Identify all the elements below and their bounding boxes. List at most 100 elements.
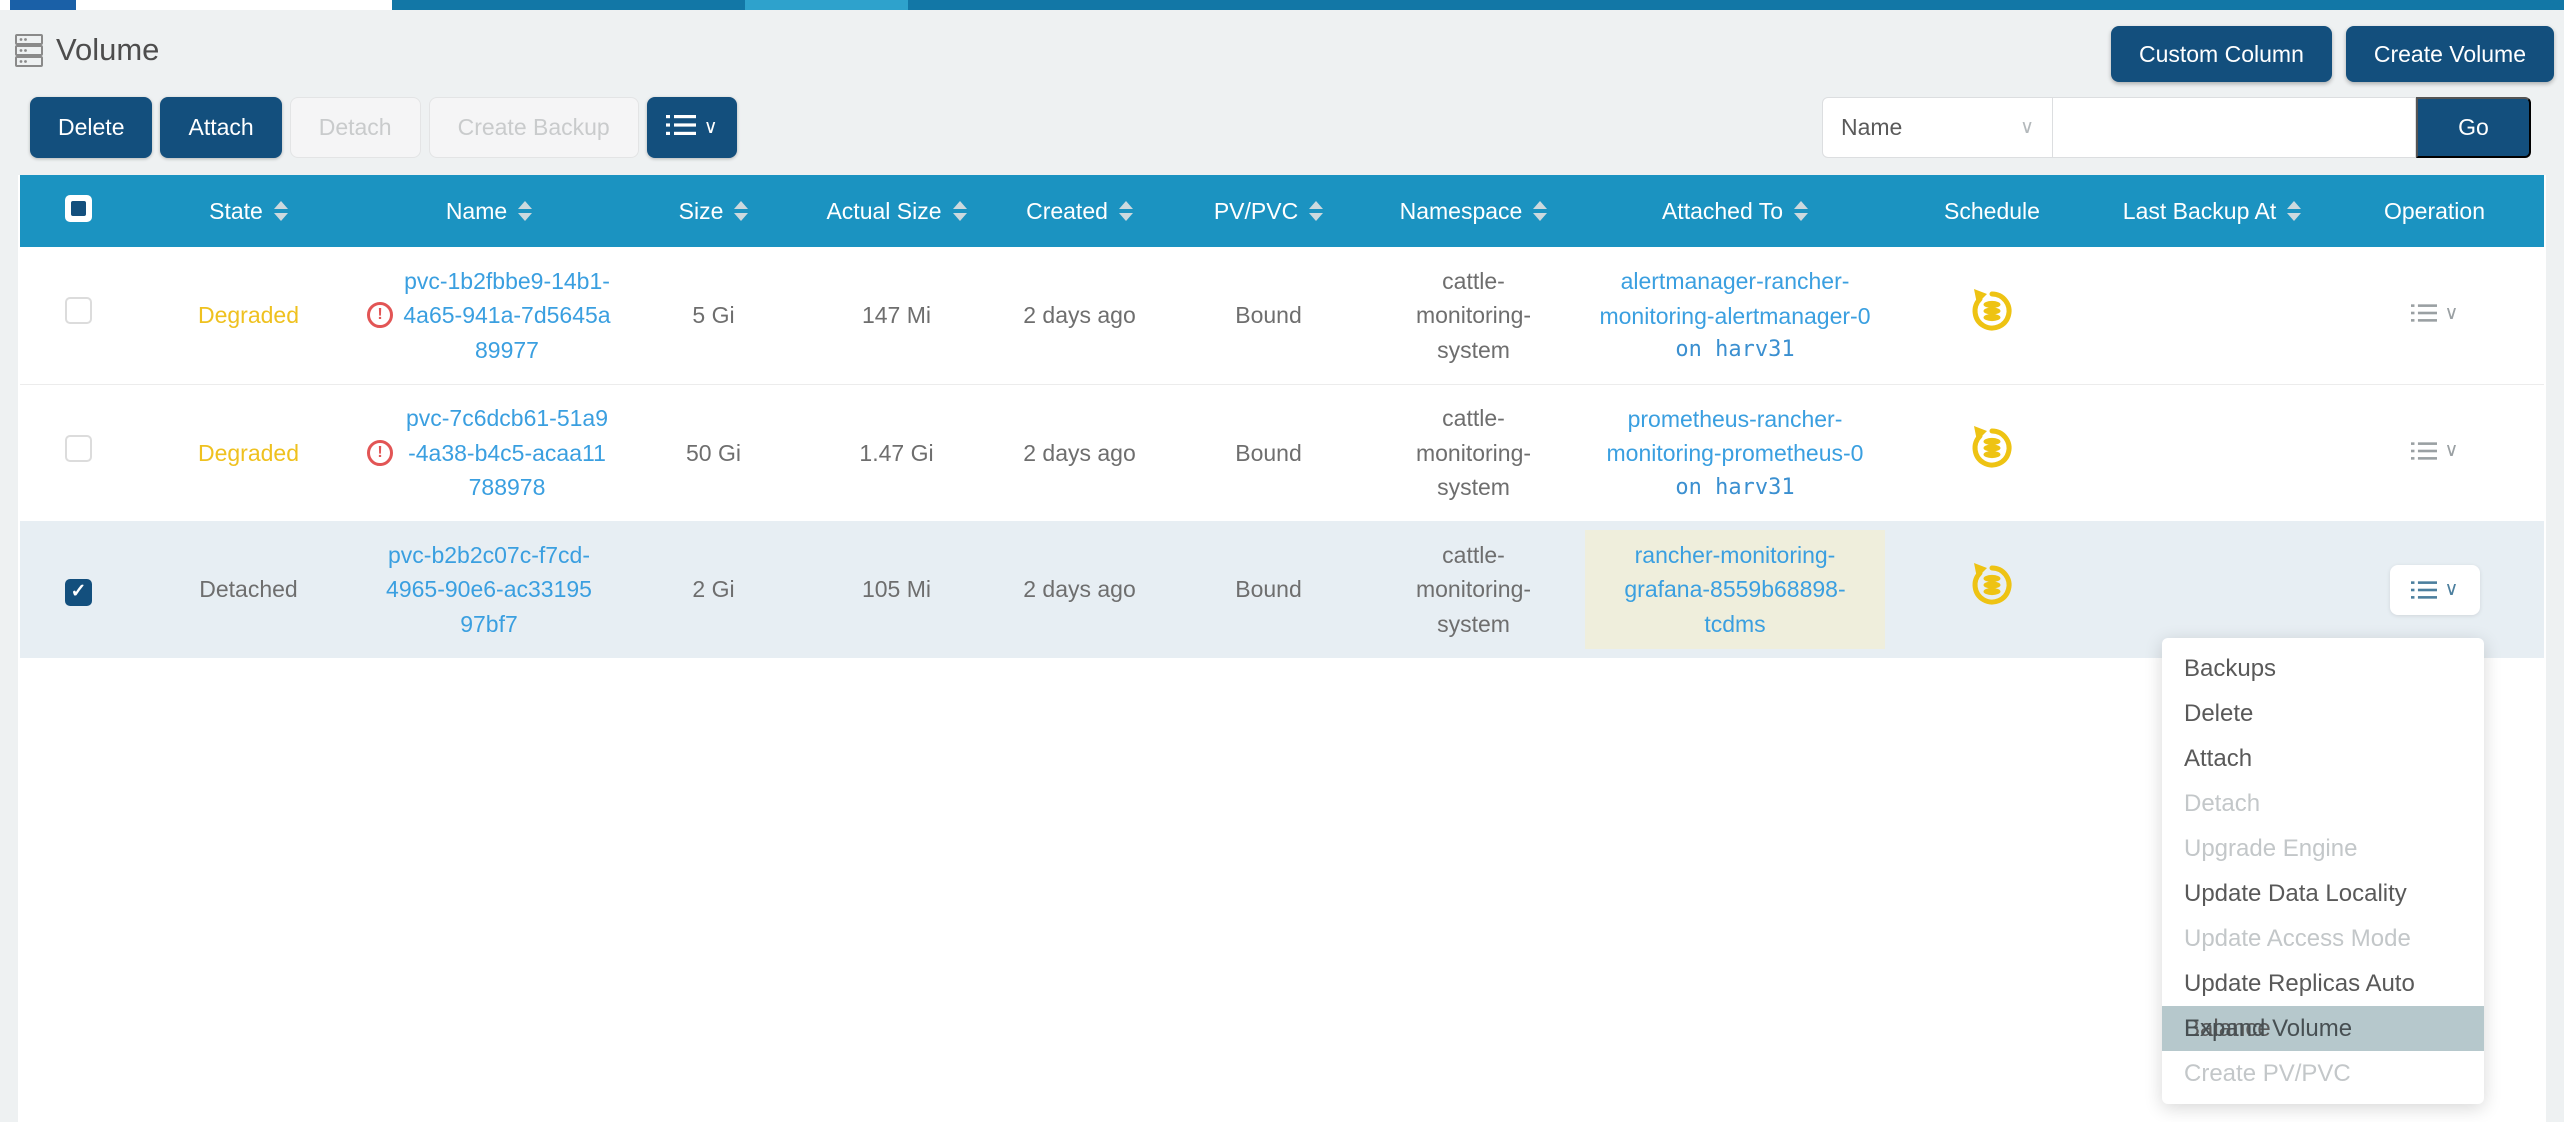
column-header-schedule: Schedule — [1885, 175, 2099, 247]
volume-stack-icon — [14, 32, 44, 68]
column-label: Last Backup At — [2123, 198, 2276, 225]
warning-icon: ! — [367, 440, 393, 466]
namespace-value: cattle-monitoring-system — [1399, 538, 1549, 642]
column-header-name[interactable]: Name — [360, 175, 618, 247]
delete-button[interactable]: Delete — [30, 97, 152, 158]
column-label: Schedule — [1944, 198, 2040, 225]
created-value: 2 days ago — [1023, 576, 1136, 602]
go-button[interactable]: Go — [2416, 97, 2531, 158]
page-title-text: Volume — [56, 32, 159, 68]
column-header-operation: Operation — [2325, 175, 2544, 247]
column-header-state[interactable]: State — [137, 175, 360, 247]
sort-icon[interactable] — [1119, 201, 1133, 221]
created-value: 2 days ago — [1023, 440, 1136, 466]
column-label: Name — [446, 198, 507, 225]
top-app-strip — [0, 0, 2564, 10]
chevron-down-icon: ∨ — [2445, 304, 2459, 323]
list-icon — [2411, 580, 2437, 600]
operation-menu-button[interactable]: ∨ — [2411, 303, 2459, 323]
recurring-backup-icon[interactable] — [1969, 313, 2015, 339]
column-header-actual-size[interactable]: Actual Size — [809, 175, 984, 247]
create-volume-button[interactable]: Create Volume — [2346, 26, 2554, 82]
column-header-size[interactable]: Size — [618, 175, 809, 247]
operation-menu-button[interactable]: ∨ — [2411, 441, 2459, 461]
sort-icon[interactable] — [2287, 201, 2301, 221]
pv-pvc-status: Bound — [1235, 576, 1302, 602]
column-label: Actual Size — [826, 198, 941, 225]
row-checkbox[interactable] — [65, 297, 92, 324]
menu-item-detach[interactable]: Detach — [2162, 781, 2484, 826]
actual-size-value: 105 Mi — [862, 576, 931, 602]
column-label: Size — [679, 198, 724, 225]
attached-workload-link[interactable]: alertmanager-rancher-monitoring-alertman… — [1585, 264, 1885, 333]
chevron-down-icon: ∨ — [2020, 118, 2034, 137]
row-checkbox[interactable] — [65, 435, 92, 462]
chevron-down-icon: ∨ — [704, 118, 718, 137]
column-header-created[interactable]: Created — [984, 175, 1175, 247]
volume-table: State Name Size Actual Size Created PV/P… — [20, 175, 2544, 658]
menu-item-update-replicas-auto-balance[interactable]: Update Replicas Auto Balance — [2162, 961, 2484, 1006]
detach-button[interactable]: Detach — [290, 97, 421, 158]
menu-item-update-access-mode[interactable]: Update Access Mode — [2162, 916, 2484, 961]
custom-column-button[interactable]: Custom Column — [2111, 26, 2332, 82]
list-icon — [2411, 441, 2437, 461]
volume-name-link[interactable]: pvc-1b2fbbe9-14b1-4a65-941a-7d5645a89977 — [403, 264, 611, 368]
bulk-actions-dropdown-button[interactable]: ∨ — [647, 97, 737, 158]
volume-name-link[interactable]: pvc-b2b2c07c-f7cd-4965-90e6-ac3319597bf7 — [385, 538, 593, 642]
table-row: Degraded ! pvc-7c6dcb61-51a9-4a38-b4c5-a… — [20, 384, 2544, 521]
nav-highlight-segment — [745, 0, 908, 10]
recurring-backup-icon[interactable] — [1969, 587, 2015, 613]
page-title: Volume — [14, 32, 159, 68]
list-icon — [2411, 303, 2437, 323]
menu-item-expand-volume[interactable]: Expand Volume — [2162, 1006, 2484, 1051]
sort-icon[interactable] — [518, 201, 532, 221]
column-label: Created — [1026, 198, 1108, 225]
select-all-checkbox[interactable] — [65, 195, 92, 222]
attach-button[interactable]: Attach — [160, 97, 281, 158]
sort-icon[interactable] — [1794, 201, 1808, 221]
volume-name-link[interactable]: pvc-7c6dcb61-51a9-4a38-b4c5-acaa11788978 — [403, 401, 611, 505]
check-icon: ✓ — [71, 578, 87, 607]
node-link[interactable]: harv31 — [1715, 337, 1794, 362]
status-badge: Degraded — [198, 440, 299, 466]
tab-accent-bar — [10, 0, 76, 10]
operation-dropdown-menu: Backups Delete Attach Detach Upgrade Eng… — [2162, 638, 2484, 1104]
column-label: State — [209, 198, 263, 225]
size-value: 2 Gi — [692, 576, 734, 602]
sort-icon[interactable] — [274, 201, 288, 221]
namespace-value: cattle-monitoring-system — [1399, 401, 1549, 505]
toolbar-spacer — [745, 97, 1814, 158]
search-input[interactable] — [2053, 97, 2416, 158]
node-link[interactable]: harv31 — [1715, 475, 1794, 500]
create-backup-button[interactable]: Create Backup — [429, 97, 639, 158]
column-header-attached-to[interactable]: Attached To — [1585, 175, 1885, 247]
chevron-down-icon: ∨ — [2445, 580, 2459, 599]
attached-node: on harv31 — [1585, 333, 1885, 366]
menu-item-update-data-locality[interactable]: Update Data Locality — [2162, 871, 2484, 916]
menu-item-backups[interactable]: Backups — [2162, 646, 2484, 691]
sort-icon[interactable] — [1309, 201, 1323, 221]
attached-workload-link[interactable]: prometheus-rancher-monitoring-prometheus… — [1585, 402, 1885, 471]
menu-item-upgrade-engine[interactable]: Upgrade Engine — [2162, 826, 2484, 871]
menu-item-create-pv-pvc[interactable]: Create PV/PVC — [2162, 1051, 2484, 1096]
menu-item-attach[interactable]: Attach — [2162, 736, 2484, 781]
size-value: 5 Gi — [692, 302, 734, 328]
sort-icon[interactable] — [734, 201, 748, 221]
column-header-last-backup-at[interactable]: Last Backup At — [2099, 175, 2325, 247]
row-checkbox-checked[interactable]: ✓ — [65, 579, 92, 606]
sort-icon[interactable] — [1533, 201, 1547, 221]
recurring-backup-icon[interactable] — [1969, 450, 2015, 476]
menu-item-delete[interactable]: Delete — [2162, 691, 2484, 736]
search-group: Name ∨ Go — [1822, 97, 2531, 158]
column-header-namespace[interactable]: Namespace — [1362, 175, 1585, 247]
operation-menu-button-active[interactable]: ∨ — [2390, 565, 2480, 615]
search-field-select[interactable]: Name ∨ — [1822, 97, 2053, 158]
sort-icon[interactable] — [953, 201, 967, 221]
created-value: 2 days ago — [1023, 302, 1136, 328]
volume-page: Volume Custom Column Create Volume Delet… — [0, 0, 2564, 1122]
column-header-pv-pvc[interactable]: PV/PVC — [1175, 175, 1362, 247]
pv-pvc-status: Bound — [1235, 302, 1302, 328]
title-bar: Volume Custom Column Create Volume — [0, 10, 2564, 88]
attached-workload-link[interactable]: rancher-monitoring-grafana-8559b68898-tc… — [1624, 542, 1845, 637]
table-toolbar: Delete Attach Detach Create Backup ∨ Nam… — [30, 97, 2534, 158]
